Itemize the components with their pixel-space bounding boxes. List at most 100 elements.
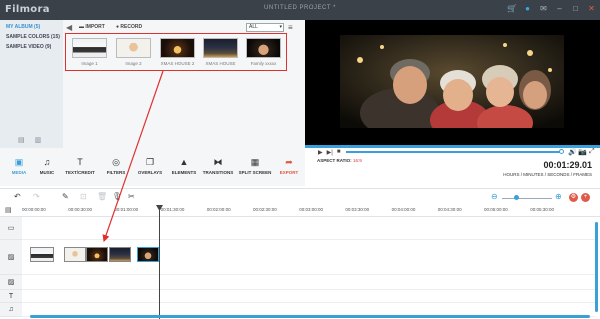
timeline-clip[interactable] [86, 247, 108, 262]
media-filter-select[interactable]: ALL ▾ [246, 23, 284, 32]
pip-track-icon: ▨ [0, 275, 22, 290]
ruler-tick: 00:03:30:00 [345, 207, 370, 212]
export-button[interactable]: ➦ EXPORT [272, 156, 306, 175]
media-library: ◀ ▬ IMPORT ● RECORD ALL ▾ ≡ Image 1 Imag… [63, 20, 305, 148]
module-overlays[interactable]: ❐ OVERLAYS [133, 156, 167, 175]
zoom-slider[interactable] [502, 198, 552, 199]
chevron-down-icon: ▾ [279, 24, 282, 30]
preview-seek-bar[interactable] [346, 151, 560, 153]
media-item[interactable]: XMAS HOUSE 2 [160, 38, 195, 66]
module-label: OVERLAYS [137, 170, 163, 175]
zoom-handle[interactable] [514, 195, 519, 200]
vertical-scrollbar[interactable] [595, 222, 598, 312]
fullscreen-icon[interactable]: ⤢ [589, 148, 595, 156]
time-display: 00:01:29.01 [543, 160, 592, 170]
module-split-screen[interactable]: ▦ SPLIT SCREEN [238, 156, 272, 175]
timeline-settings-icon[interactable]: ▤ [5, 206, 12, 214]
volume-icon[interactable]: 🔊 [568, 148, 577, 156]
elements-icon: ▲ [179, 157, 189, 167]
pip-track-lane[interactable] [22, 275, 595, 290]
timeline-toolbar: ↶ ↷ ✎ ⊡ 🗑 🎙 ✂ ⊖ ⊕ ⚙ + [0, 188, 600, 206]
cart-icon[interactable]: 🛒 [507, 4, 517, 13]
text-icon: T [77, 157, 83, 167]
chat-icon[interactable]: ● [523, 4, 532, 13]
preview-video [305, 20, 600, 145]
module-text-credit[interactable]: T TEXT/CREDIT [63, 156, 97, 175]
timeline-tracks: ▭ ▨ ▨ T ♫ [0, 217, 600, 319]
timeline-ruler[interactable]: ▤ 00:00:00:00 00:00:30:00 00:01:00:00 00:01… [0, 205, 600, 217]
collapse-icon[interactable]: ◀ [66, 23, 72, 32]
module-label: FILTERS [106, 170, 126, 175]
module-label: SPLIT SCREEN [238, 170, 272, 175]
media-caption: Family xxxxx [250, 61, 277, 66]
music-track-icon: ♫ [0, 303, 22, 317]
menu-icon[interactable]: ≡ [288, 23, 293, 32]
stop-icon[interactable]: ■ [337, 149, 341, 156]
ruler-tick: 00:04:30:00 [437, 207, 462, 212]
step-forward-icon[interactable]: ▶| [327, 149, 333, 156]
media-thumbnail [246, 38, 281, 58]
close-icon[interactable]: ✕ [587, 4, 596, 13]
text-track-lane[interactable] [22, 290, 595, 303]
overlays-icon: ❐ [145, 157, 155, 167]
module-toolbar: ▣ MEDIA ♫ MUSIC T TEXT/CREDIT ◎ FILTERS … [0, 148, 305, 186]
timeline-clip[interactable] [64, 247, 86, 262]
split-icon[interactable]: ✂ [128, 192, 135, 201]
ruler-tick: 00:00:30:00 [68, 207, 92, 212]
module-label: EXPORT [279, 170, 299, 175]
snapshot-icon[interactable]: 📷 [578, 148, 587, 156]
media-item[interactable]: Image 1 [72, 38, 107, 66]
media-thumbnail [72, 38, 107, 58]
import-label: IMPORT [85, 24, 105, 30]
module-music[interactable]: ♫ MUSIC [30, 156, 64, 175]
video-track-lane[interactable] [22, 217, 595, 240]
ruler-tick: 00:01:00:00 [114, 207, 139, 212]
record-button[interactable]: ● RECORD [116, 24, 142, 30]
mail-icon[interactable]: ✉ [539, 4, 548, 13]
delete-folder-icon[interactable]: ▥ [35, 136, 42, 144]
zoom-in-icon[interactable]: ⊕ [555, 192, 562, 201]
media-thumbnail [160, 38, 195, 58]
timeline-clip[interactable] [109, 247, 131, 262]
undo-icon[interactable]: ↶ [14, 192, 21, 201]
zoom-out-icon[interactable]: ⊖ [491, 192, 498, 201]
album-item-my-album[interactable]: MY ALBUM (5) [0, 20, 63, 30]
ruler-tick: 00:05:00:00 [484, 207, 508, 212]
crop-icon[interactable]: ⊡ [80, 192, 87, 201]
maximize-icon[interactable]: □ [571, 4, 580, 13]
seek-handle[interactable] [559, 149, 564, 154]
add-folder-icon[interactable]: ▤ [18, 136, 25, 144]
module-transitions[interactable]: ⧓ TRANSITIONS [201, 156, 235, 175]
settings-icon[interactable]: ⚙ [569, 193, 578, 202]
media-item[interactable]: Image 2 [116, 38, 151, 66]
horizontal-scrollbar[interactable] [30, 315, 590, 318]
module-filters[interactable]: ◎ FILTERS [99, 156, 133, 175]
timeline-clip[interactable] [30, 247, 54, 262]
album-item-sample-video[interactable]: SAMPLE VIDEO (9) [0, 40, 63, 50]
module-label: ELEMENTS [171, 170, 197, 175]
media-caption: Image 2 [125, 61, 142, 66]
ruler-tick: 00:02:00:00 [206, 207, 231, 212]
module-elements[interactable]: ▲ ELEMENTS [167, 156, 201, 175]
media-item[interactable]: XMAS HOUSE [203, 38, 238, 66]
play-icon[interactable]: ▶ [318, 149, 323, 156]
image-track-icon: ▨ [0, 240, 22, 275]
ruler-tick: 00:00:00:00 [22, 207, 46, 212]
minimize-icon[interactable]: – [555, 4, 564, 13]
edit-icon[interactable]: ✎ [62, 192, 69, 201]
transitions-icon: ⧓ [213, 157, 223, 167]
import-button[interactable]: ▬ IMPORT [79, 24, 105, 30]
media-selection-highlight: Image 1 Image 2 XMAS HOUSE 2 XMAS HOUSE … [65, 33, 287, 71]
filter-value: ALL [249, 24, 258, 30]
video-track-icon: ▭ [0, 217, 22, 240]
playhead[interactable] [159, 205, 160, 319]
voiceover-icon[interactable]: 🎙 [112, 192, 122, 201]
media-item[interactable]: Family xxxxx [246, 38, 281, 66]
time-format-label: HOURS / MINUTES / SECONDS / FRAMES [503, 172, 592, 177]
delete-icon[interactable]: 🗑 [97, 192, 107, 201]
album-item-sample-colors[interactable]: SAMPLE COLORS (15) [0, 30, 63, 40]
timeline-clip[interactable] [137, 247, 159, 262]
redo-icon[interactable]: ↷ [33, 192, 40, 201]
aspect-ratio[interactable]: ASPECT RATIO: 16:9 [317, 158, 362, 163]
add-track-icon[interactable]: + [581, 193, 590, 202]
